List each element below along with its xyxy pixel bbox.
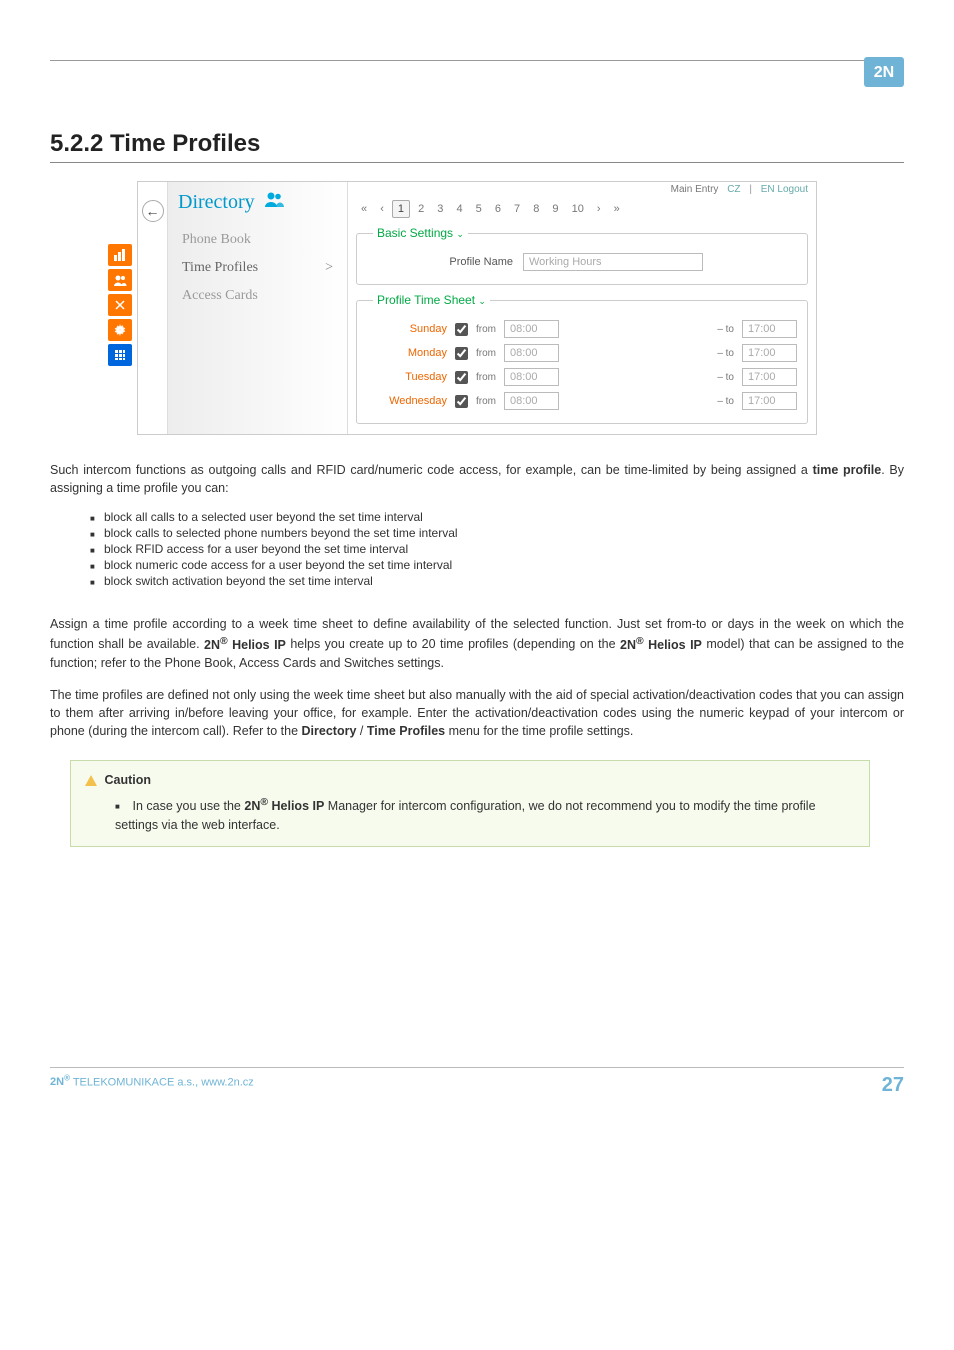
nav-phone-book[interactable]: Phone Book [178, 226, 337, 254]
chevron-right-icon: > [325, 260, 333, 276]
pager-page-5[interactable]: 5 [471, 201, 487, 217]
to-label: – to [715, 324, 736, 335]
pager-next[interactable]: › [592, 201, 606, 217]
chevron-down-icon: ⌄ [456, 229, 464, 239]
back-button[interactable]: ← [142, 200, 164, 222]
top-links: Main Entry CZ | EN Logout [665, 184, 808, 195]
group-icon [263, 190, 285, 214]
pager-page-7[interactable]: 7 [509, 201, 525, 217]
pager-first[interactable]: « [356, 201, 372, 217]
caution-item: In case you use the 2N® Helios IP Manage… [115, 795, 855, 833]
pager-page-1[interactable]: 1 [392, 200, 410, 218]
from-input-wednesday[interactable] [504, 392, 559, 410]
top-lang-cz[interactable]: CZ [727, 184, 740, 195]
from-label: from [474, 396, 498, 407]
sidebar-icon-gear[interactable] [108, 319, 132, 341]
sidebar-icon-tools[interactable] [108, 294, 132, 316]
to-input-sunday[interactable] [742, 320, 797, 338]
day-check-sunday[interactable] [455, 323, 468, 336]
nav-time-profiles-label: Time Profiles [182, 260, 258, 275]
pager-page-8[interactable]: 8 [528, 201, 544, 217]
basic-settings-legend[interactable]: Basic Settings ⌄ [373, 226, 468, 240]
nav-time-profiles[interactable]: Time Profiles > [178, 254, 337, 282]
page-heading: 5.2.2 Time Profiles [50, 130, 904, 158]
pager-page-3[interactable]: 3 [432, 201, 448, 217]
day-check-tuesday[interactable] [455, 371, 468, 384]
pager-page-10[interactable]: 10 [567, 201, 589, 217]
pager-page-4[interactable]: 4 [451, 201, 467, 217]
nav-access-cards[interactable]: Access Cards [178, 282, 337, 310]
footer-page-number: 27 [882, 1074, 904, 1097]
list-item: block switch activation beyond the set t… [90, 573, 904, 589]
from-label: from [474, 372, 498, 383]
profile-name-label: Profile Name [367, 256, 517, 268]
pager-prev[interactable]: ‹ [375, 201, 389, 217]
lang-separator: | [749, 184, 752, 195]
chevron-down-icon: ⌄ [478, 296, 486, 306]
pager-page-6[interactable]: 6 [490, 201, 506, 217]
app-screenshot: ← Direct [137, 181, 817, 435]
basic-settings-panel: Basic Settings ⌄ Profile Name [356, 226, 808, 285]
paragraph-1: Such intercom functions as outgoing call… [50, 461, 904, 497]
to-input-monday[interactable] [742, 344, 797, 362]
from-label: from [474, 324, 498, 335]
warning-icon [85, 775, 97, 786]
to-input-wednesday[interactable] [742, 392, 797, 410]
sidebar-icon-bars[interactable] [108, 244, 132, 266]
day-label: Wednesday [367, 395, 449, 407]
pager-page-9[interactable]: 9 [547, 201, 563, 217]
from-input-tuesday[interactable] [504, 368, 559, 386]
sidebar-icon-grid[interactable] [108, 344, 132, 366]
day-label: Sunday [367, 323, 449, 335]
list-item: block all calls to a selected user beyon… [90, 509, 904, 525]
day-row-sunday: Sunday from – to [367, 317, 797, 341]
to-label: – to [715, 396, 736, 407]
time-sheet-legend[interactable]: Profile Time Sheet ⌄ [373, 293, 490, 307]
back-icon: ← [146, 203, 160, 219]
day-label: Tuesday [367, 371, 449, 383]
from-input-sunday[interactable] [504, 320, 559, 338]
paragraph-2: Assign a time profile according to a wee… [50, 615, 904, 672]
day-label: Monday [367, 347, 449, 359]
top-main-entry[interactable]: Main Entry [671, 184, 719, 195]
paragraph-3: The time profiles are defined not only u… [50, 686, 904, 740]
day-row-monday: Monday from – to [367, 341, 797, 365]
sidebar-icon-users[interactable] [108, 269, 132, 291]
top-lang-en[interactable]: EN [761, 184, 775, 195]
logo-text: 2N [874, 64, 894, 81]
top-logout[interactable]: Logout [777, 184, 808, 195]
day-row-tuesday: Tuesday from – to [367, 365, 797, 389]
pager-last[interactable]: » [609, 201, 625, 217]
day-check-wednesday[interactable] [455, 395, 468, 408]
caution-title: Caution [104, 773, 151, 787]
pager-page-2[interactable]: 2 [413, 201, 429, 217]
logo-2n: 2N [864, 57, 904, 90]
pager: « ‹ 1 2 3 4 5 6 7 8 9 10 › » [356, 200, 808, 218]
day-row-wednesday: Wednesday from – to [367, 389, 797, 413]
list-item: block calls to selected phone numbers be… [90, 525, 904, 541]
bullet-list: block all calls to a selected user beyon… [90, 509, 904, 589]
list-item: block numeric code access for a user bey… [90, 557, 904, 573]
directory-title: Directory [178, 191, 255, 214]
footer-left: 2N® TELEKOMUNIKACE a.s., www.2n.cz [50, 1074, 254, 1097]
caution-box: Caution In case you use the 2N® Helios I… [70, 760, 870, 847]
basic-settings-label: Basic Settings [377, 226, 453, 240]
day-check-monday[interactable] [455, 347, 468, 360]
profile-time-sheet-panel: Profile Time Sheet ⌄ Sunday from – to Mo… [356, 293, 808, 424]
from-input-monday[interactable] [504, 344, 559, 362]
directory-header: Directory [168, 182, 347, 222]
to-label: – to [715, 348, 736, 359]
to-label: – to [715, 372, 736, 383]
time-sheet-label: Profile Time Sheet [377, 293, 475, 307]
from-label: from [474, 348, 498, 359]
list-item: block RFID access for a user beyond the … [90, 541, 904, 557]
page-footer: 2N® TELEKOMUNIKACE a.s., www.2n.cz 27 [50, 1067, 904, 1097]
profile-name-input[interactable] [523, 253, 703, 271]
to-input-tuesday[interactable] [742, 368, 797, 386]
